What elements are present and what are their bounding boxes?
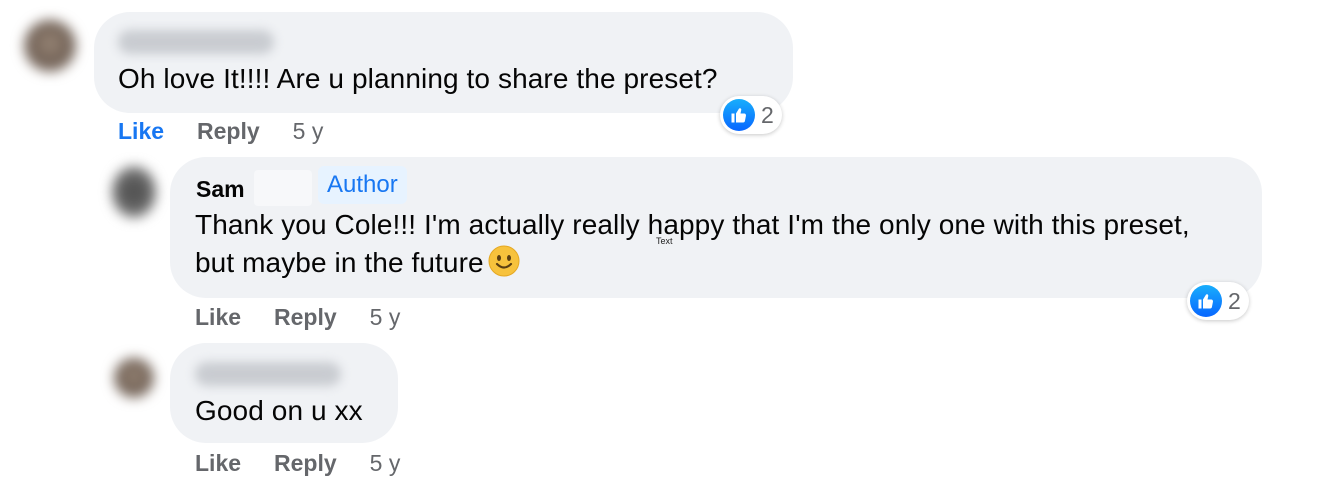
comment-actions: Like Reply 5 y — [195, 450, 400, 477]
reply-button[interactable]: Reply — [274, 450, 337, 477]
author-surname-redacted — [254, 170, 312, 206]
comment-text: Thank you Cole!!! I'm actually really ha… — [195, 209, 1190, 278]
reaction-badge[interactable]: 2 — [1187, 282, 1249, 320]
author-badge: Author — [318, 166, 407, 204]
reaction-count: 2 — [1228, 287, 1241, 314]
comment-actions: Like Reply 5 y — [195, 304, 400, 331]
like-button[interactable]: Like — [195, 450, 241, 477]
commenter-name[interactable] — [118, 30, 274, 54]
reaction-badge[interactable]: 2 — [720, 96, 782, 134]
like-reaction-icon — [723, 99, 755, 131]
comment-thread: Oh love It!!!! Are u planning to share t… — [0, 0, 1321, 481]
reaction-count: 2 — [761, 101, 774, 128]
comment-actions: Like Reply 5 y — [118, 118, 323, 145]
reply-button[interactable]: Reply — [274, 304, 337, 331]
comment-text: Oh love It!!!! Are u planning to share t… — [118, 63, 718, 94]
avatar[interactable] — [112, 166, 156, 218]
like-button[interactable]: Like — [118, 118, 164, 145]
author-name[interactable]: Sam — [196, 176, 245, 203]
slightly-smiling-face-icon — [488, 245, 520, 277]
comment-text: Good on u xx — [195, 395, 363, 426]
like-button[interactable]: Like — [195, 304, 241, 331]
tooltip-label: Text — [656, 236, 673, 246]
timestamp[interactable]: 5 y — [370, 304, 401, 331]
commenter-name[interactable] — [195, 362, 341, 386]
timestamp[interactable]: 5 y — [370, 450, 401, 477]
avatar[interactable] — [24, 20, 76, 72]
reply-button[interactable]: Reply — [197, 118, 260, 145]
avatar[interactable] — [114, 358, 154, 398]
timestamp[interactable]: 5 y — [293, 118, 324, 145]
like-reaction-icon — [1190, 285, 1222, 317]
